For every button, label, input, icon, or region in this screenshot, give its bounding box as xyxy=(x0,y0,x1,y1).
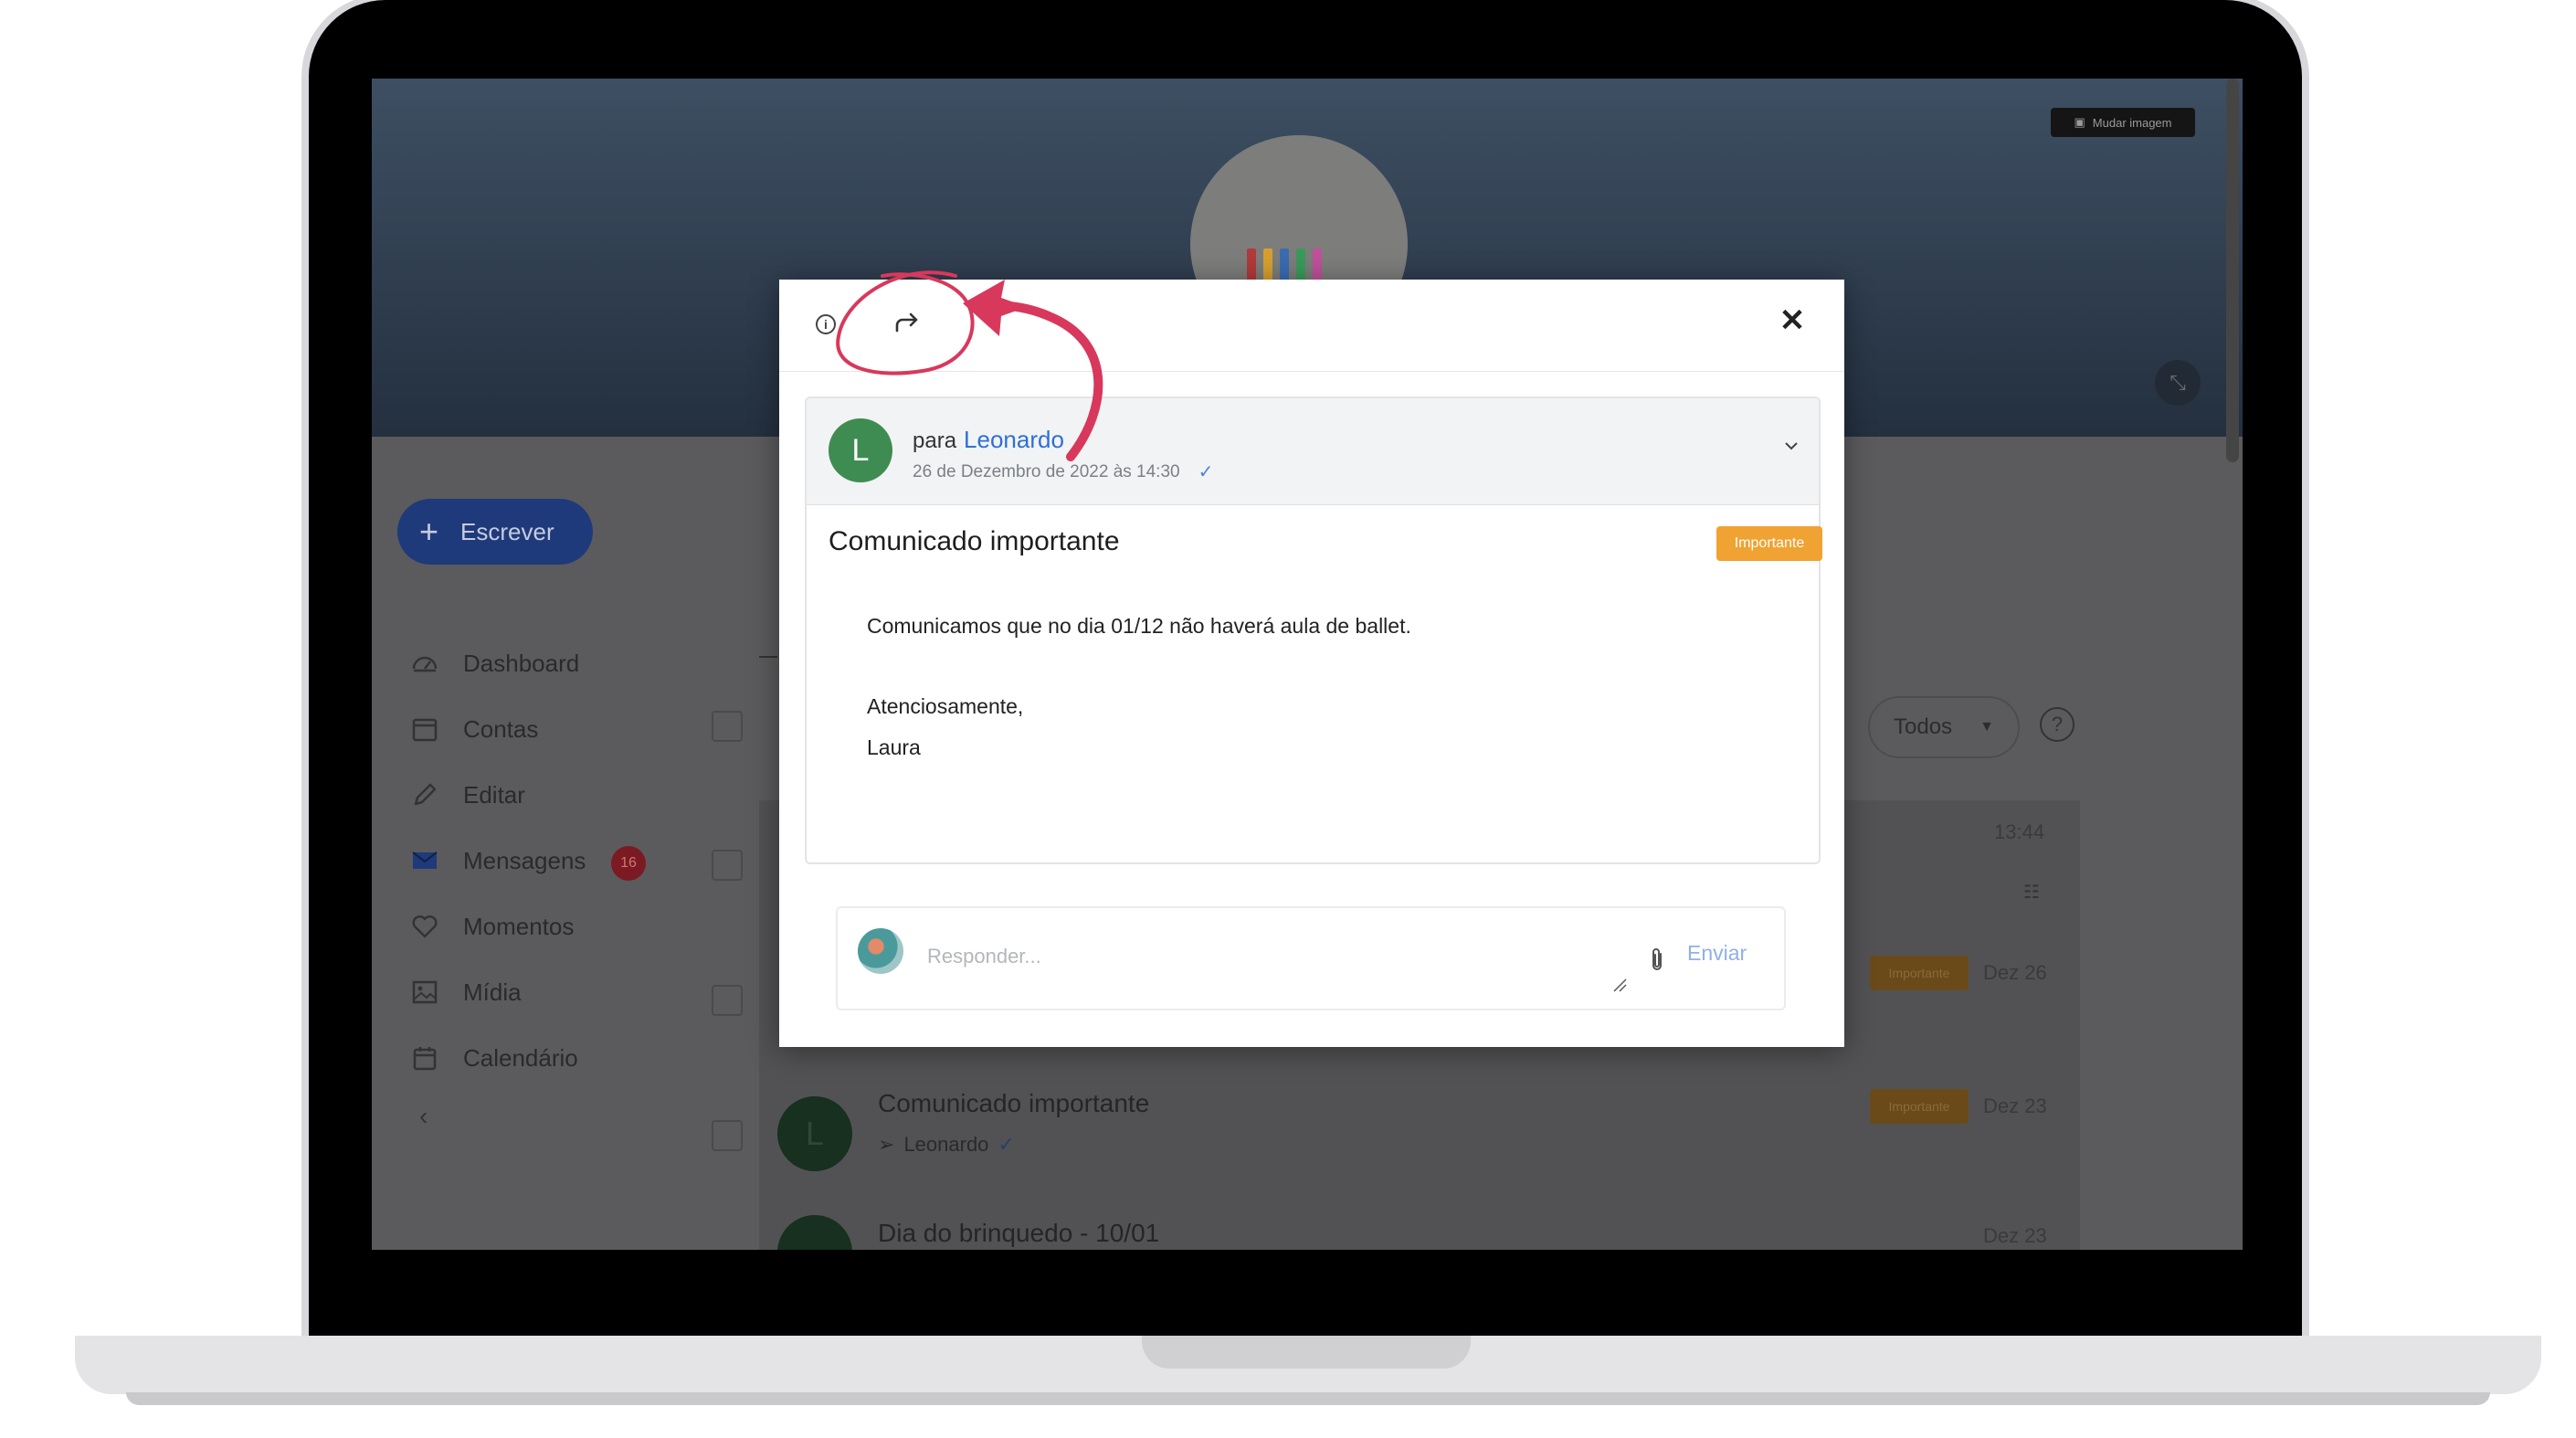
table-row[interactable]: L Comunicado importante ➢ Leonardo ✓ Imp… xyxy=(777,1087,2075,1250)
messages-count-badge: 16 xyxy=(611,846,646,881)
sidebar-item-editar[interactable]: Editar xyxy=(408,773,525,817)
scrollbar[interactable] xyxy=(2226,79,2239,462)
forward-icon[interactable] xyxy=(892,307,922,338)
change-image-label: Mudar imagem xyxy=(2092,115,2172,130)
message-body-line: Atenciosamente, xyxy=(867,694,1024,718)
modal-toolbar xyxy=(779,280,1844,372)
recipient-link[interactable]: Leonardo xyxy=(964,426,1064,454)
send-button[interactable]: Enviar xyxy=(1687,941,1747,966)
sidebar-item-dashboard[interactable]: Dashboard xyxy=(408,641,579,685)
help-icon[interactable]: ? xyxy=(2040,707,2075,742)
image-icon: ▣ xyxy=(2074,115,2085,129)
message-modal: i ✕ L para Leonardo 26 de Dezembro de 20… xyxy=(779,280,1844,1047)
sidebar-item-mensagens[interactable]: Mensagens xyxy=(408,839,586,883)
avatar: L xyxy=(777,1096,852,1171)
plus-icon: + xyxy=(419,513,439,550)
mail-icon xyxy=(408,844,441,877)
double-check-icon: ✓ xyxy=(1198,462,1214,482)
chevron-down-icon[interactable] xyxy=(1780,435,1802,457)
change-image-button[interactable]: ▣ Mudar imagem xyxy=(2051,108,2195,137)
message-header[interactable]: L para Leonardo 26 de Dezembro de 2022 à… xyxy=(807,398,1819,505)
important-tag: Importante xyxy=(1870,1089,1969,1124)
chevron-left-icon[interactable]: ‹ xyxy=(419,1102,447,1135)
read-check-icon: ✓ xyxy=(998,1133,1015,1156)
important-tag: Importante xyxy=(1716,526,1822,561)
important-tag: Importante xyxy=(1870,956,1969,990)
heart-icon xyxy=(408,910,441,943)
message-body-line: Comunicamos que no dia 01/12 não haverá … xyxy=(867,614,1411,638)
reply-input[interactable] xyxy=(925,936,1605,978)
image-icon xyxy=(408,976,441,1009)
row-date: Dez 23 xyxy=(1983,1224,2047,1247)
tab-underline xyxy=(759,656,777,658)
sidebar-item-calendario[interactable]: Calendário xyxy=(408,1036,578,1080)
calendar-icon xyxy=(408,1041,441,1074)
row-checkbox[interactable] xyxy=(712,1120,743,1151)
row-title: Dia do brinquedo - 10/01 xyxy=(878,1219,1160,1247)
reply-box: Enviar xyxy=(836,906,1786,1010)
row-checkbox[interactable] xyxy=(712,711,743,742)
stats-icon[interactable]: ☷ xyxy=(2023,881,2047,903)
user-avatar xyxy=(858,928,903,974)
row-title: Comunicado importante xyxy=(878,1089,1150,1117)
message-subject: Comunicado importante xyxy=(829,526,1120,556)
sidebar-item-momentos[interactable]: Momentos xyxy=(408,904,574,948)
sidebar-item-midia[interactable]: Mídia xyxy=(408,970,522,1014)
message-date: 26 de Dezembro de 2022 às 14:30 ✓ xyxy=(913,461,1214,483)
close-icon[interactable]: ✕ xyxy=(1777,305,1808,336)
row-checkbox[interactable] xyxy=(712,850,743,881)
caret-down-icon: ▼ xyxy=(1980,719,1994,735)
message-recipient: para Leonardo xyxy=(913,426,1064,454)
dashboard-icon xyxy=(408,647,441,680)
message-body-line: Laura xyxy=(867,735,921,759)
laptop-base-shadow xyxy=(126,1392,2490,1405)
compose-button[interactable]: + Escrever xyxy=(397,499,593,565)
row-recipient: ➢ Leonardo ✓ xyxy=(878,1133,1015,1156)
paperclip-icon[interactable] xyxy=(1647,946,1667,974)
send-icon: ➢ xyxy=(878,1133,895,1156)
filter-select[interactable]: Todos ▼ xyxy=(1868,696,2020,758)
row-checkbox[interactable] xyxy=(712,985,743,1016)
pencil-icon xyxy=(408,778,441,811)
sender-avatar: L xyxy=(829,418,892,482)
resize-handle-icon[interactable] xyxy=(1612,978,1627,992)
info-icon[interactable]: i xyxy=(816,314,836,334)
accounts-icon xyxy=(408,713,441,745)
message-card: L para Leonardo 26 de Dezembro de 2022 à… xyxy=(805,397,1822,864)
laptop-notch xyxy=(1142,1336,1471,1369)
row-time: 13:44 xyxy=(1994,820,2045,843)
compose-label: Escrever xyxy=(460,517,554,545)
compress-icon[interactable]: ⤡ xyxy=(2155,360,2201,406)
sidebar-item-contas[interactable]: Contas xyxy=(408,707,538,751)
avatar xyxy=(777,1215,852,1250)
row-date: Dez 26 xyxy=(1983,961,2047,984)
row-date: Dez 23 xyxy=(1983,1094,2047,1117)
